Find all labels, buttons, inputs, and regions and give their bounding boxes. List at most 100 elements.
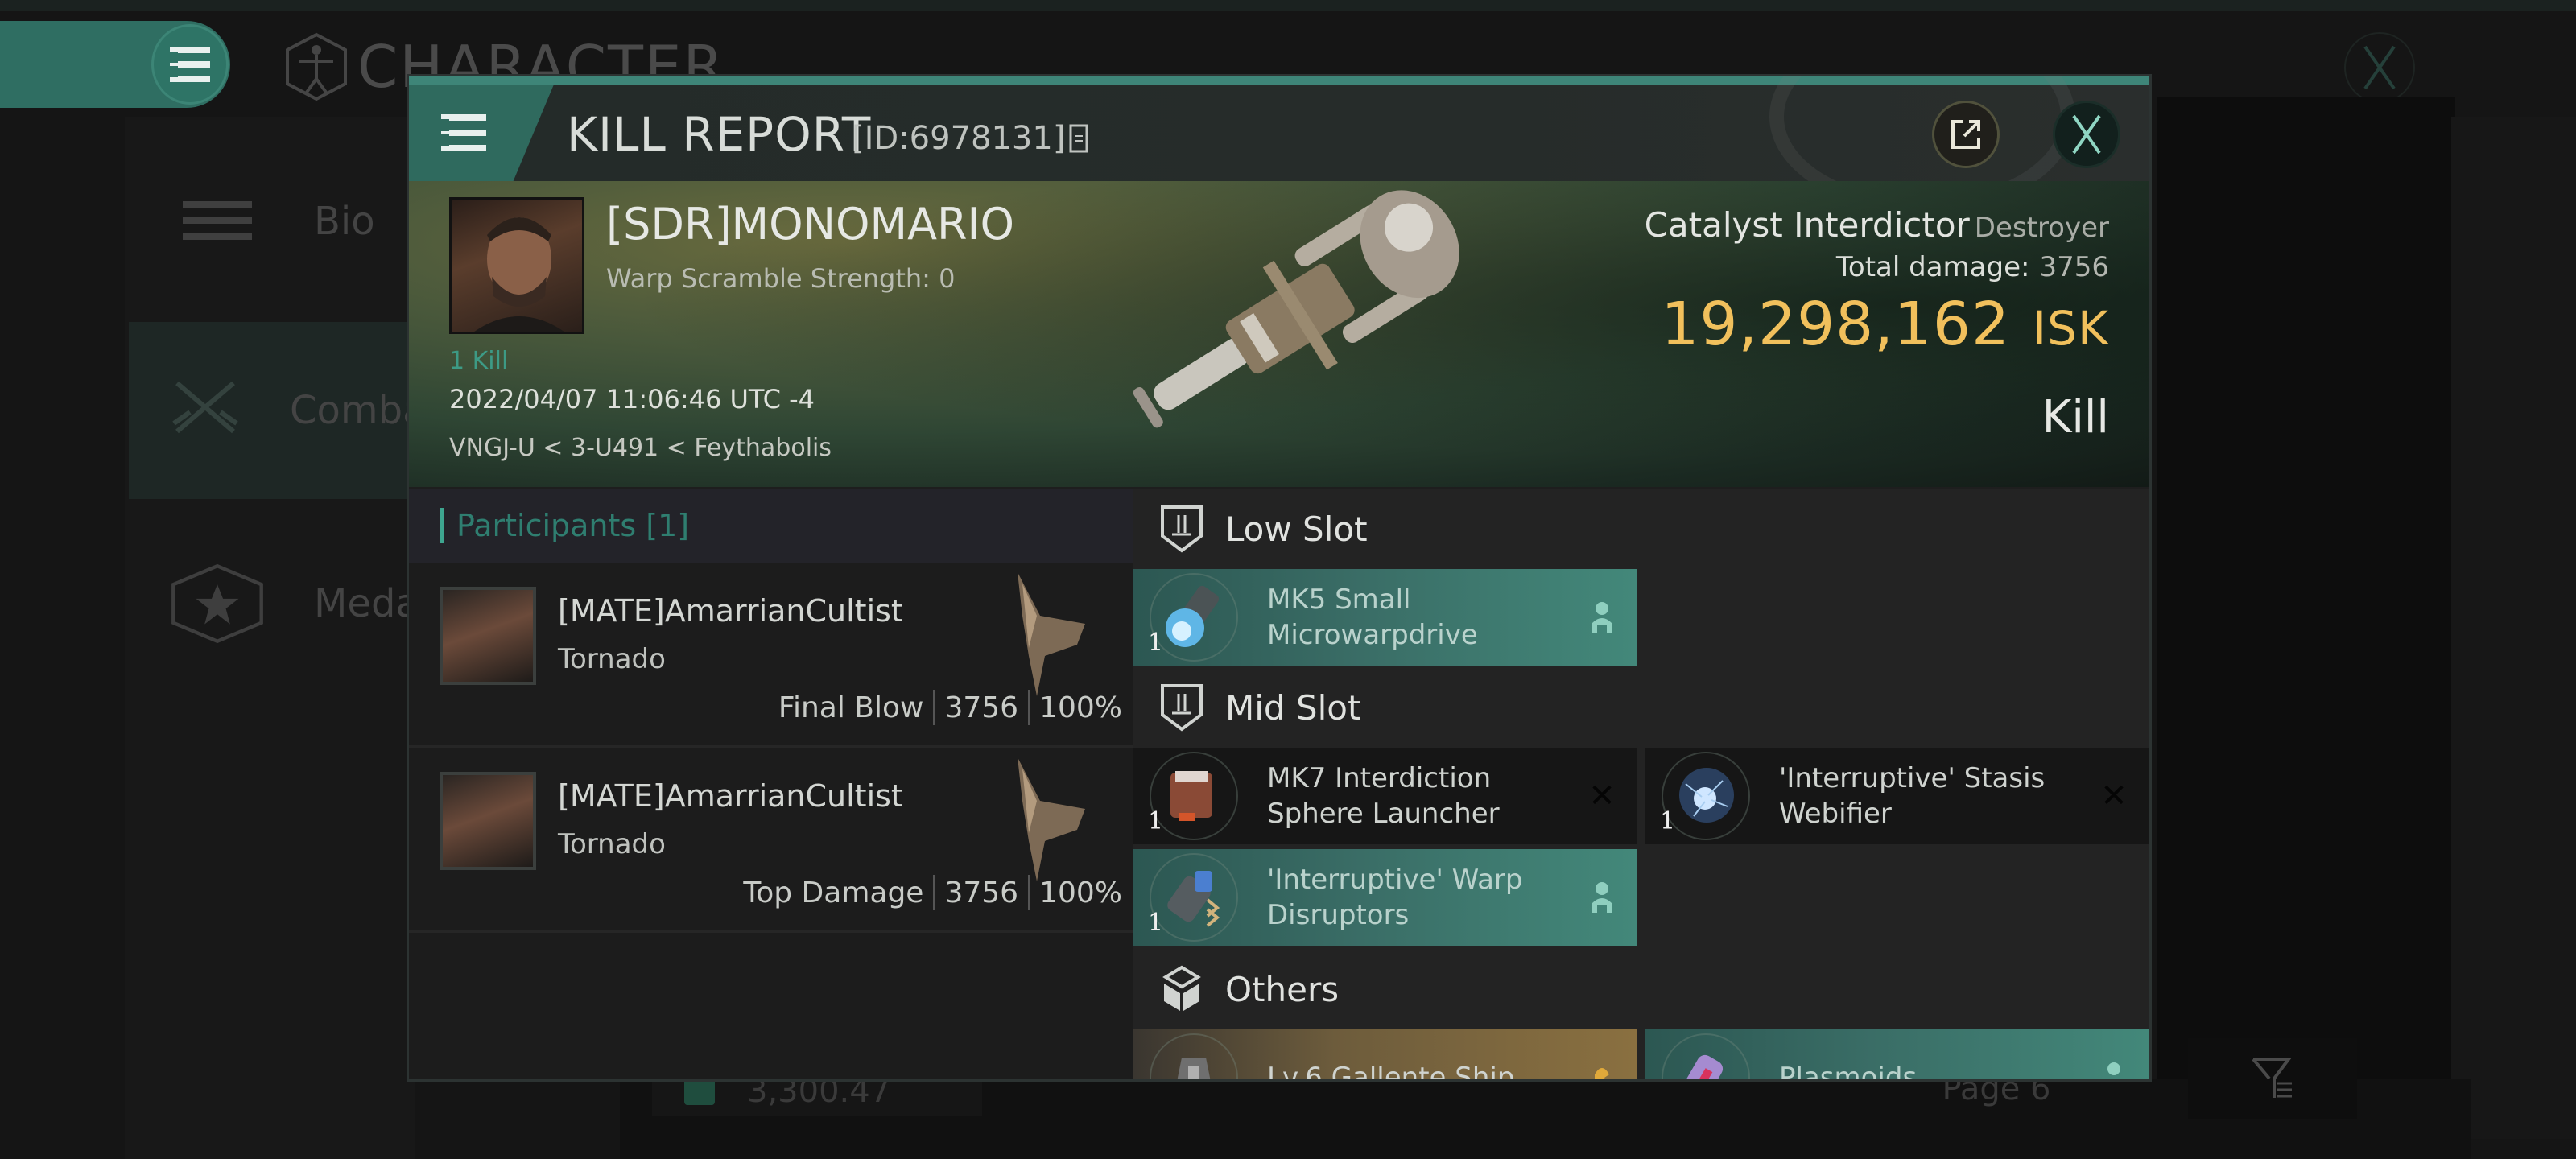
fitting-item[interactable]: 1 'Interruptive' Warp Disruptors [1133, 849, 1637, 946]
participant-avatar[interactable] [440, 772, 536, 870]
sidebar-item-medals[interactable]: Medals [129, 515, 450, 692]
stasis-webifier-icon [1679, 768, 1734, 823]
fitting-item[interactable]: 1 'Interruptive' Stasis Webifier ✕ [1645, 748, 2149, 844]
item-quantity: 1 [1148, 629, 1164, 657]
participant-percent: 100% [1039, 691, 1122, 724]
item-quantity: 1 [1660, 807, 1676, 835]
fitting-item[interactable]: 1 MK5 Small Microwarpdrive [1133, 569, 1637, 666]
item-name: 'Interruptive' Stasis Webifier [1779, 762, 2046, 830]
total-damage-label: Total damage: [1835, 251, 2030, 283]
victim-name[interactable]: [SDR]MONOMARIO [606, 199, 1014, 250]
ship-name-line: Catalyst Interdictor Destroyer [1645, 205, 2109, 245]
fitting-panel: Low Slot 1 MK5 Small Microwarpdrive Mid … [1133, 489, 2149, 1079]
ship-name[interactable]: Catalyst Interdictor [1645, 205, 1970, 245]
dropped-person-icon [1584, 598, 1620, 637]
isk-unit: ISK [2033, 301, 2109, 356]
background-panel [2157, 97, 2455, 1103]
participant-stats: Final Blow 3756 100% [778, 690, 1122, 725]
participants-header-accent [440, 508, 444, 543]
participant-stats: Top Damage 3756 100% [743, 875, 1122, 910]
slot-shield-icon [1161, 684, 1203, 732]
participant-ship-icon [1018, 572, 1085, 696]
section-title: Mid Slot [1225, 687, 1361, 728]
cargo-box-icon [1162, 965, 1201, 1011]
participant-percent: 100% [1039, 876, 1122, 909]
fitting-item[interactable]: 1 Plasmoids [1645, 1029, 2149, 1079]
destroyed-x-icon: ✕ [2100, 777, 2128, 815]
participants-title: Participants [1] [456, 508, 690, 543]
close-icon [2363, 45, 2396, 90]
page-close-button[interactable] [2344, 32, 2415, 103]
participant-damage: 3756 [944, 876, 1019, 909]
total-damage-value: 3756 [2039, 251, 2109, 283]
participants-header: Participants [1] [409, 489, 1133, 563]
stat-divider [933, 690, 935, 725]
share-icon [1951, 120, 1980, 149]
report-id: [ID:6978131] [852, 120, 1089, 157]
kill-report-modal: KILL REPORT [ID:6978131] [SDR]MONOMARIO … [407, 74, 2152, 1082]
game-screen: CHARACTER Bio Combat Medals 3,300.47 Pag… [0, 0, 2576, 1159]
ship-blueprint-icon [1177, 1058, 1211, 1079]
item-icon: 1 [1662, 1033, 1750, 1079]
vitruvian-logo-icon [286, 32, 347, 101]
fitting-item[interactable]: 1 Lv.6 Gallente Ship [1133, 1029, 1637, 1079]
ship-summary: Catalyst Interdictor Destroyer Total dama… [1645, 205, 2109, 443]
participant-name: [MATE]AmarrianCultist [558, 593, 903, 629]
participant-ship-icon [1018, 757, 1085, 881]
microwarpdrive-icon [1166, 585, 1220, 647]
stat-divider [1028, 690, 1030, 725]
modal-header: KILL REPORT [ID:6978131] [409, 76, 2149, 213]
ship-class: Destroyer [1974, 212, 2109, 244]
special-drop-icon [1584, 1058, 1620, 1079]
section-mid-slot: Mid Slot [1133, 667, 2149, 748]
menu-icon [170, 47, 210, 82]
section-title: Low Slot [1225, 509, 1368, 549]
kill-datetime: 2022/04/07 11:06:46 UTC -4 [449, 384, 815, 415]
kill-location[interactable]: VNGJ-U < 3-U491 < Feythabolis [449, 434, 832, 462]
participant-avatar[interactable] [440, 587, 536, 685]
menu-icon [441, 114, 486, 151]
modal-title: KILL REPORT [567, 107, 872, 162]
participant-ship: Tornado [558, 643, 666, 675]
sidebar-item-bio[interactable]: Bio [129, 133, 419, 310]
item-icon: 1 [1148, 853, 1238, 942]
kill-count: 1 Kill [449, 347, 509, 375]
filter-button[interactable] [2188, 1038, 2357, 1119]
warp-scramble-strength: Warp Scramble Strength: 0 [606, 263, 956, 294]
medal-star-icon [169, 555, 266, 652]
participant-role: Final Blow [778, 691, 924, 724]
sidebar-item-label: Bio [314, 199, 375, 244]
report-id-text: [ID:6978131] [852, 120, 1066, 157]
victim-banner: [SDR]MONOMARIO Warp Scramble Strength: 0… [409, 181, 2149, 487]
filter-icon [2252, 1058, 2292, 1098]
share-button[interactable] [1932, 101, 2000, 168]
isk-value-line: 19,298,162 ISK [1645, 290, 2109, 359]
victim-ship-image [1133, 190, 1459, 428]
item-name: MK5 Small Microwarpdrive [1267, 584, 1478, 651]
plasmoid-canister-icon [1682, 1054, 1724, 1079]
item-name: 'Interruptive' Warp Disruptors [1267, 864, 1523, 931]
background-right-panel [2451, 117, 2576, 1139]
crossed-swords-icon [169, 362, 242, 459]
main-menu-button[interactable] [151, 24, 229, 105]
participant-role: Top Damage [743, 876, 924, 909]
sidebar-item-combat[interactable]: Combat [129, 322, 441, 499]
copy-icon[interactable] [1068, 123, 1089, 154]
report-result: Kill [2041, 391, 2109, 443]
participant-row[interactable]: [MATE]AmarrianCultist Tornado Top Damage… [409, 748, 1133, 933]
bio-icon [169, 173, 266, 270]
victim-portrait[interactable] [449, 197, 584, 334]
participant-row[interactable]: [MATE]AmarrianCultist Tornado Final Blow… [409, 563, 1133, 748]
fitting-item[interactable]: 1 MK7 Interdiction Sphere Launcher ✕ [1133, 748, 1637, 844]
close-button[interactable] [2053, 101, 2120, 168]
participants-panel: Participants [1] [MATE]AmarrianCultist T… [409, 489, 1133, 1079]
status-strip [0, 0, 2576, 11]
stat-divider [1028, 875, 1030, 910]
section-title: Others [1225, 969, 1340, 1009]
total-damage-line: Total damage: 3756 [1645, 251, 2109, 283]
item-icon: 1 [1660, 752, 1750, 840]
isk-value: 19,298,162 [1661, 290, 2011, 359]
participant-damage: 3756 [944, 691, 1019, 724]
item-icon: 1 [1148, 573, 1238, 662]
report-menu-button[interactable] [440, 109, 488, 157]
